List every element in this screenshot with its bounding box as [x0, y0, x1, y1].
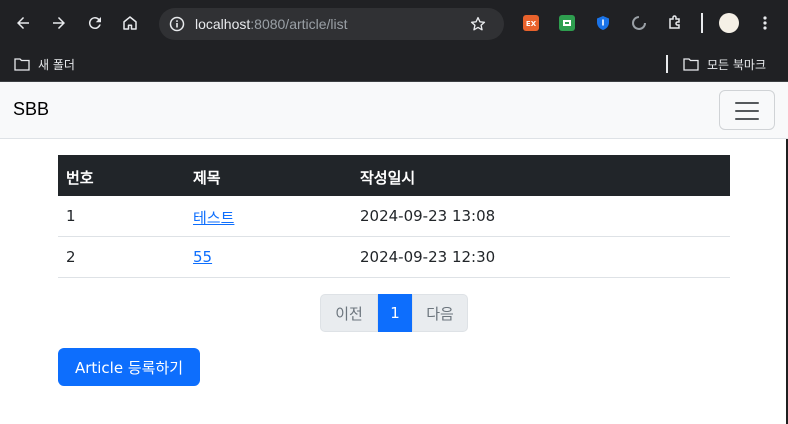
pagination-next-button[interactable]: 다음: [412, 294, 468, 332]
header-title: 제목: [193, 169, 221, 187]
folder-icon: [683, 58, 699, 71]
bookmarks-bar: 새 폴더 모든 북마크: [0, 47, 788, 82]
all-bookmarks-label: 모든 북마크: [707, 57, 767, 72]
bookmarks-divider: [666, 55, 668, 73]
table-header: 번호 제목 작성일시: [58, 155, 730, 196]
all-bookmarks[interactable]: 모든 북마크: [683, 53, 766, 75]
extension-ex-icon[interactable]: EX: [523, 15, 539, 31]
bookmark-folder-label: 새 폴더: [38, 57, 75, 72]
loading-extension-icon[interactable]: [631, 15, 647, 31]
create-article-button[interactable]: Article 등록하기: [58, 348, 200, 386]
header-date: 작성일시: [360, 169, 416, 187]
kebab-menu-icon[interactable]: [757, 15, 773, 31]
pagination-prev-button[interactable]: 이전: [320, 294, 378, 332]
table-row: 1 테스트 2024-09-23 13:08: [58, 196, 730, 237]
back-arrow-icon[interactable]: [12, 12, 34, 34]
row-date: 2024-09-23 12:30: [360, 248, 496, 266]
app-navbar: SBB: [0, 82, 788, 139]
puzzle-icon[interactable]: [667, 15, 683, 31]
url-text[interactable]: localhost:8080/article/list: [195, 15, 348, 33]
table-row: 2 55 2024-09-23 12:30: [58, 237, 730, 278]
address-bar[interactable]: localhost:8080/article/list: [159, 8, 504, 40]
browser-toolbar: localhost:8080/article/list EX: [0, 0, 788, 47]
shield-extension-icon[interactable]: [595, 15, 611, 31]
row-number: 2: [66, 248, 76, 266]
star-icon[interactable]: [469, 15, 487, 33]
site-info-icon[interactable]: [169, 16, 185, 32]
avatar[interactable]: [719, 13, 739, 33]
pagination-page-current[interactable]: 1: [378, 294, 412, 332]
bookmark-folder-new[interactable]: 새 폴더: [14, 53, 75, 75]
row-title-link[interactable]: 55: [193, 248, 212, 266]
reload-icon[interactable]: [84, 12, 106, 34]
url-host: localhost: [195, 16, 251, 32]
row-number: 1: [66, 207, 76, 225]
article-table: 번호 제목 작성일시 1 테스트 2024-09-23 13:08 2 55 2…: [58, 155, 730, 278]
row-date: 2024-09-23 13:08: [360, 207, 496, 225]
navbar-toggler-button[interactable]: [719, 90, 775, 130]
hamburger-icon: [735, 102, 759, 120]
url-path: :8080/article/list: [250, 16, 348, 32]
forward-arrow-icon[interactable]: [48, 12, 70, 34]
svg-text:EX: EX: [526, 20, 537, 28]
navbar-brand[interactable]: SBB: [13, 99, 49, 120]
folder-icon: [14, 58, 30, 71]
extension-green-icon[interactable]: [559, 15, 575, 31]
toolbar-divider: [701, 13, 703, 33]
header-number: 번호: [66, 169, 94, 187]
row-title-link[interactable]: 테스트: [193, 207, 234, 228]
home-icon[interactable]: [119, 12, 141, 34]
pagination: 이전 1 다음: [320, 294, 468, 332]
